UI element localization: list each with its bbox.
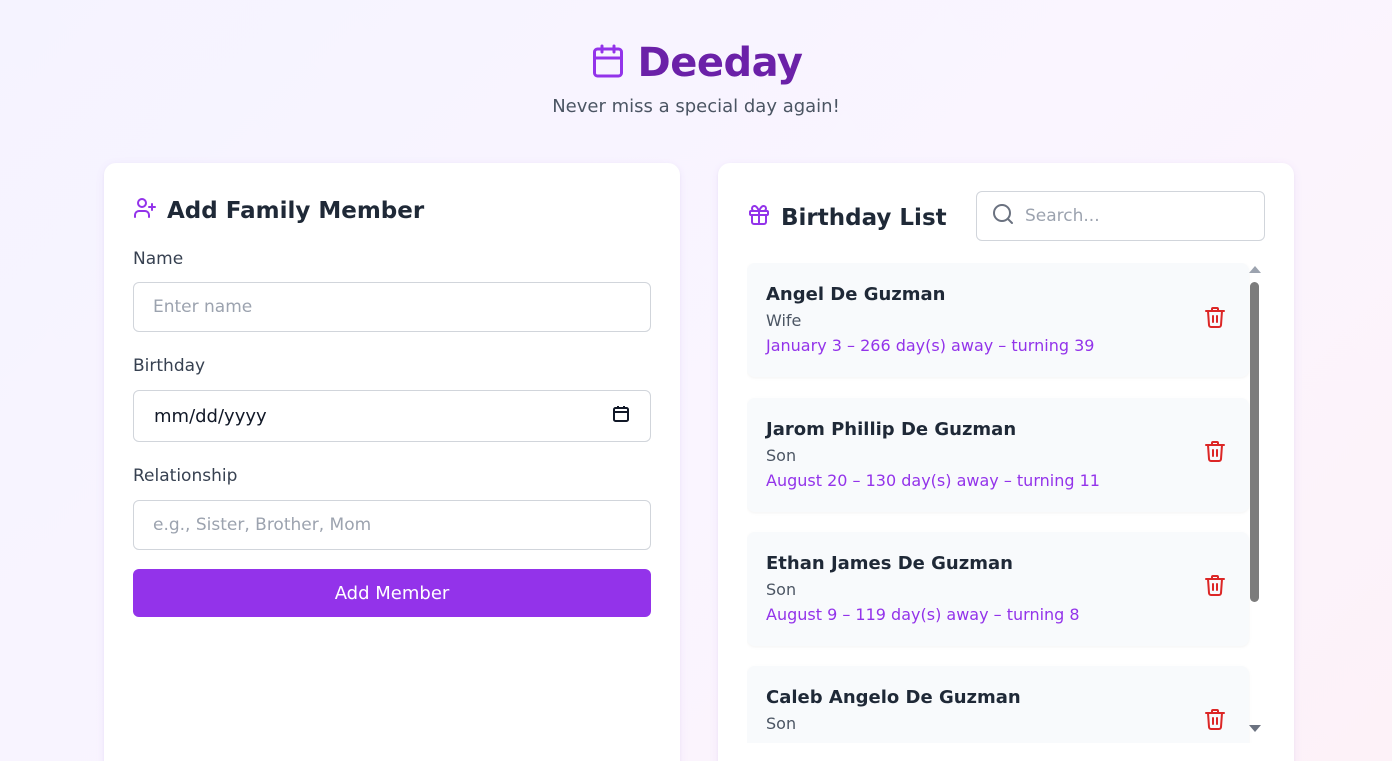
delete-button[interactable] (1202, 306, 1228, 332)
relationship-input[interactable] (133, 500, 651, 550)
trash-icon (1203, 707, 1227, 735)
user-plus-icon (133, 196, 157, 226)
scroll-thumb[interactable] (1250, 282, 1259, 602)
member-name: Caleb Angelo De Guzman (766, 687, 1021, 708)
name-label: Name (133, 249, 184, 269)
add-member-card: Add Family Member Name Birthday mm/dd/yy… (104, 163, 680, 761)
list-item: Angel De Guzman Wife January 3 – 266 day… (747, 263, 1249, 377)
birthday-list[interactable]: Angel De Guzman Wife January 3 – 266 day… (747, 263, 1265, 743)
member-birthday-detail: January 3 – 266 day(s) away – turning 39 (766, 336, 1095, 355)
scroll-down-arrow[interactable] (1249, 725, 1261, 732)
birthday-label: Birthday (133, 356, 206, 376)
name-input[interactable] (133, 282, 651, 332)
member-name: Angel De Guzman (766, 284, 946, 305)
birthday-input[interactable]: mm/dd/yyyy (133, 390, 651, 442)
member-relationship: Son (766, 580, 797, 599)
birthday-value: mm/dd/yyyy (154, 405, 267, 427)
list-item: Ethan James De Guzman Son August 9 – 119… (747, 532, 1249, 646)
add-member-button[interactable]: Add Member (133, 569, 651, 617)
trash-icon (1203, 305, 1227, 333)
member-name: Jarom Phillip De Guzman (766, 419, 1017, 440)
delete-button[interactable] (1202, 574, 1228, 600)
trash-icon (1203, 573, 1227, 601)
member-birthday-detail: August 20 – 130 day(s) away – turning 11 (766, 471, 1100, 490)
member-relationship: Son (766, 446, 797, 465)
birthday-list-heading-text: Birthday List (781, 205, 947, 231)
search-input[interactable] (1025, 206, 1245, 226)
member-relationship: Wife (766, 311, 802, 330)
member-birthday-detail: August 9 – 119 day(s) away – turning 8 (766, 605, 1080, 624)
birthday-list-card: Birthday List Angel De Guzman Wife Janua… (718, 163, 1294, 761)
member-name: Ethan James De Guzman (766, 553, 1013, 574)
birthday-list-heading: Birthday List (747, 203, 947, 233)
delete-button[interactable] (1202, 708, 1228, 734)
app-tagline: Never miss a special day again! (552, 96, 840, 117)
list-scrollbar[interactable] (1247, 263, 1263, 743)
add-member-heading-text: Add Family Member (167, 198, 425, 224)
gift-icon (747, 203, 771, 233)
date-picker-icon[interactable] (612, 405, 630, 428)
member-relationship: Son (766, 714, 797, 733)
app-header: Deeday Never miss a special day again! (0, 40, 1392, 117)
delete-button[interactable] (1202, 440, 1228, 466)
relationship-label: Relationship (133, 466, 238, 486)
app-title: Deeday (637, 40, 803, 86)
search-field[interactable] (976, 191, 1265, 241)
scroll-up-arrow[interactable] (1249, 266, 1261, 273)
trash-icon (1203, 439, 1227, 467)
brand: Deeday (590, 40, 803, 86)
list-item: Caleb Angelo De Guzman Son (747, 666, 1249, 743)
add-member-heading: Add Family Member (133, 196, 424, 226)
calendar-icon (590, 42, 626, 84)
list-item: Jarom Phillip De Guzman Son August 20 – … (747, 398, 1249, 512)
search-icon (991, 202, 1015, 230)
